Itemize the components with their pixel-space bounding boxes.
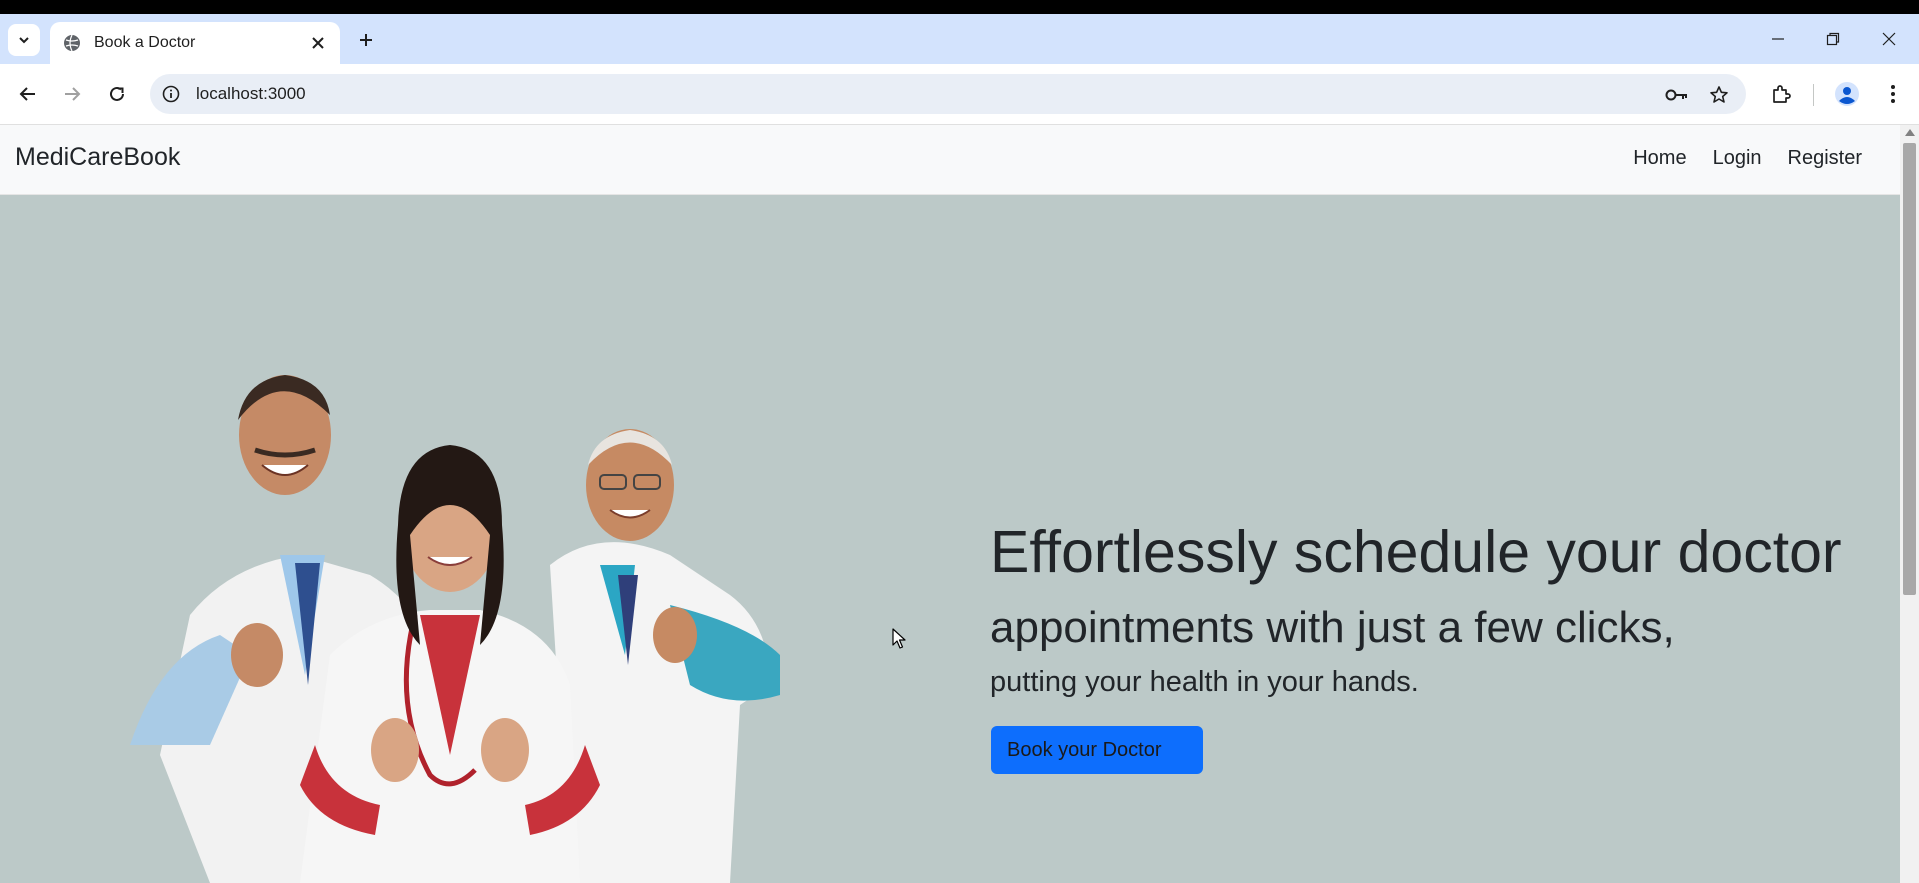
kebab-menu-icon xyxy=(1891,85,1895,103)
tab-search-button[interactable] xyxy=(8,24,40,56)
tab-close-icon[interactable] xyxy=(306,31,330,55)
restore-button[interactable] xyxy=(1803,14,1863,64)
hero-headline: Effortlessly schedule your doctor xyxy=(990,519,1842,585)
mouse-cursor-icon xyxy=(892,628,906,649)
close-icon xyxy=(1882,32,1896,46)
plus-icon xyxy=(360,34,372,46)
bookmark-star-icon[interactable] xyxy=(1706,82,1732,108)
minimize-button[interactable] xyxy=(1748,14,1808,64)
url-text[interactable]: localhost:3000 xyxy=(196,84,306,104)
nav-login-link[interactable]: Login xyxy=(1713,147,1762,170)
password-key-icon[interactable] xyxy=(1664,82,1690,108)
chevron-down-icon xyxy=(19,37,29,44)
browser-toolbar: localhost:3000 xyxy=(0,64,1919,125)
reload-button[interactable] xyxy=(101,78,133,110)
restore-icon xyxy=(1826,32,1840,46)
brand-logo-link[interactable]: MediCareBook xyxy=(15,143,180,172)
tab-strip: Book a Doctor xyxy=(0,14,1919,64)
nav-register-link[interactable]: Register xyxy=(1788,147,1862,170)
arrow-right-icon xyxy=(65,87,81,101)
address-bar[interactable]: localhost:3000 xyxy=(150,74,1746,114)
nav-links: Home Login Register xyxy=(1633,147,1862,170)
back-button[interactable] xyxy=(12,78,44,110)
reload-icon xyxy=(110,86,124,101)
vertical-scrollbar[interactable] xyxy=(1900,125,1919,883)
toolbar-separator xyxy=(1813,84,1814,106)
site-info-icon[interactable] xyxy=(160,83,182,105)
page-viewport: MediCareBook Home Login Register Effortl… xyxy=(0,125,1900,883)
forward-button[interactable] xyxy=(56,78,88,110)
doctor-right-figure xyxy=(550,429,780,883)
avatar-icon xyxy=(1835,82,1859,106)
browser-tab[interactable]: Book a Doctor xyxy=(50,22,340,64)
new-tab-button[interactable] xyxy=(352,26,380,54)
doctors-hero-image xyxy=(130,375,780,883)
nav-home-link[interactable]: Home xyxy=(1633,147,1686,170)
puzzle-icon xyxy=(1773,85,1791,103)
extensions-button[interactable] xyxy=(1765,78,1797,110)
tab-title: Book a Doctor xyxy=(94,34,196,51)
profile-button[interactable] xyxy=(1831,78,1863,110)
scroll-up-arrow-icon[interactable] xyxy=(1905,129,1915,136)
scrollbar-thumb[interactable] xyxy=(1903,143,1916,595)
hero-subheadline: appointments with just a few clicks, xyxy=(990,603,1675,652)
window-top-edge xyxy=(0,0,1919,14)
doctor-center-figure xyxy=(300,445,600,883)
hero-tagline: putting your health in your hands. xyxy=(990,666,1419,698)
arrow-left-icon xyxy=(19,87,35,101)
browser-menu-button[interactable] xyxy=(1877,78,1909,110)
book-doctor-button[interactable]: Book your Doctor xyxy=(991,726,1203,774)
globe-icon xyxy=(62,33,82,53)
minimize-icon xyxy=(1772,38,1784,40)
site-navbar: MediCareBook Home Login Register xyxy=(0,125,1900,195)
close-window-button[interactable] xyxy=(1859,14,1919,64)
